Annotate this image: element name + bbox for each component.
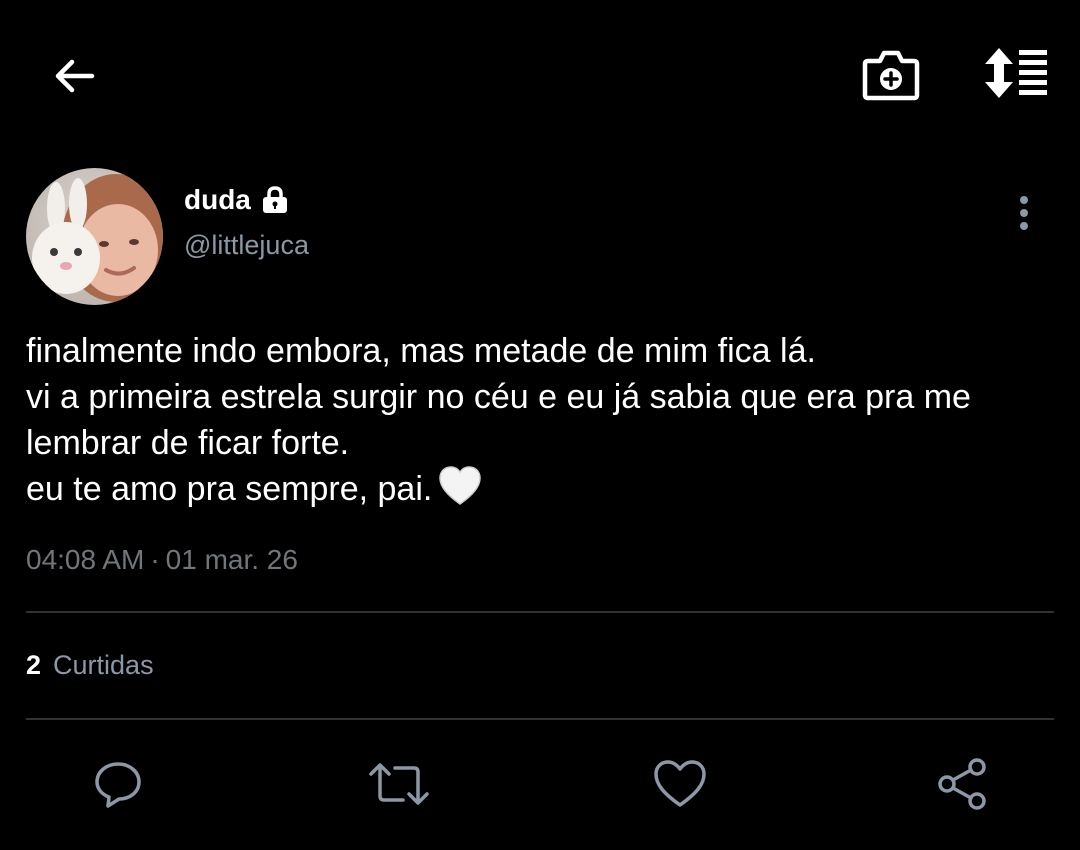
timestamp-separator: · [150,544,160,575]
screenshot-camera-button[interactable] [856,42,926,106]
sort-list-icon [985,48,1047,98]
like-button[interactable] [648,752,712,816]
reply-bubble-icon [95,762,141,808]
tweet-time: 04:08 AM [26,544,145,575]
reply-button[interactable] [86,752,150,816]
avatar[interactable] [26,168,163,305]
more-dot [1020,196,1028,204]
tweet-date: 01 mar. 26 [165,544,298,575]
likes-label: Curtidas [53,650,154,680]
tweet-line-text: eu te amo pra sempre, pai. [26,470,433,508]
tweet-text: finalmente indo embora, mas metade de mi… [26,328,1076,518]
divider [26,718,1054,720]
likes-count: 2 [26,650,42,680]
likes-summary[interactable]: 2 Curtidas [26,650,154,681]
tweet-line-last: eu te amo pra sempre, pai. [26,466,1076,518]
retweet-button[interactable] [367,752,431,816]
heart-outline-icon [654,760,706,807]
more-dot [1020,209,1028,217]
tweet-timestamp: 04:08 AM · 01 mar. 26 [26,544,298,576]
tweet-detail-screen: duda @littlejuca finalmente indo embora,… [0,0,1080,850]
top-bar [0,0,1080,150]
white-heart-emoji [438,466,482,518]
more-options-button[interactable] [1004,190,1044,236]
retweet-icon [369,763,429,805]
camera-plus-icon [862,50,920,101]
back-button[interactable] [46,48,102,104]
more-dot [1020,222,1028,230]
tweet-line: finalmente indo embora, mas metade de mi… [26,332,816,370]
tweet-line: lembrar de ficar forte. [26,424,350,462]
lock-icon [260,184,290,216]
share-button[interactable] [930,752,994,816]
avatar-image [26,168,163,305]
tweet-line: vi a primeira estrela surgir no céu e eu… [26,378,971,416]
arrow-left-icon [55,59,95,93]
divider [26,611,1054,613]
author-name-row[interactable]: duda [184,180,290,220]
sort-button[interactable] [976,42,1056,104]
share-icon [938,758,986,810]
display-name: duda [184,184,251,215]
user-handle[interactable]: @littlejuca [184,230,309,261]
